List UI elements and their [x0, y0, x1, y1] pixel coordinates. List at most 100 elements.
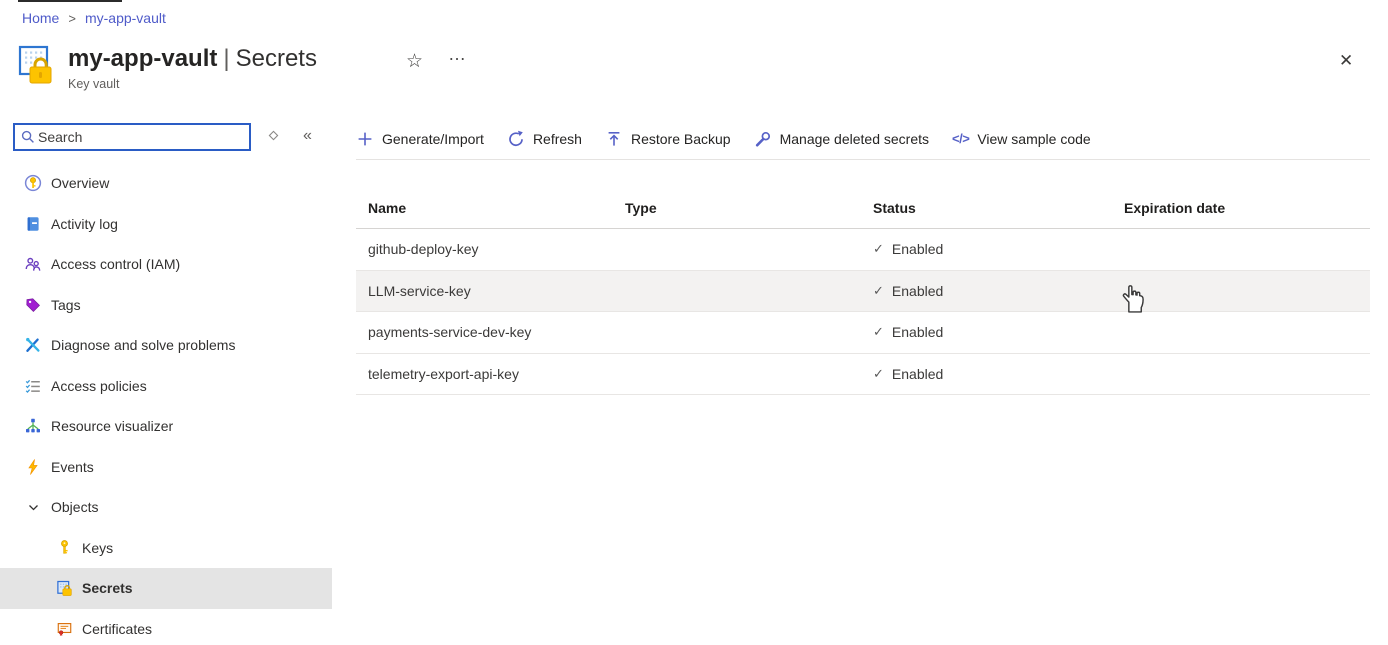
resource-name: my-app-vault [68, 45, 217, 72]
resource-type-label: Key vault [68, 77, 317, 91]
cropped-top-bar [18, 0, 122, 2]
secret-status: ✓ Enabled [861, 241, 1112, 257]
blade-title-block: my-app-vault|Secrets Key vault [68, 46, 317, 91]
sidebar-item-activity-log[interactable]: Activity log [0, 204, 332, 245]
key-vault-secrets-page: Home > my-app-vault my-app-vault|Secrets… [0, 0, 1388, 645]
title-divider: | [217, 45, 235, 72]
status-text: Enabled [892, 241, 943, 257]
breadcrumb-home-link[interactable]: Home [22, 10, 59, 26]
column-header-name: Name [356, 200, 613, 216]
sidebar-item-label: Diagnose and solve problems [51, 337, 235, 353]
page-title: my-app-vault|Secrets [68, 46, 317, 72]
column-header-expiration-date: Expiration date [1112, 200, 1370, 216]
sidebar-group-objects[interactable]: Objects [0, 487, 332, 528]
generate-import-button[interactable]: Generate/Import [356, 130, 484, 148]
secret-name: github-deploy-key [356, 241, 613, 257]
check-icon: ✓ [873, 283, 884, 299]
collapse-sidebar-icon[interactable]: « [303, 127, 312, 145]
secret-name: telemetry-export-api-key [356, 366, 613, 382]
sidebar-nav: Overview Activity log [0, 163, 332, 645]
sidebar-item-label: Tags [51, 297, 81, 313]
table-row[interactable]: telemetry-export-api-key ✓ Enabled [356, 354, 1370, 396]
table-header-row: Name Type Status Expiration date [356, 188, 1370, 229]
resource-visualizer-icon [24, 417, 42, 435]
toolbar-button-label: Restore Backup [631, 131, 731, 147]
favorite-star-icon[interactable]: ☆ [406, 50, 423, 73]
breadcrumb-vault-link[interactable]: my-app-vault [85, 10, 166, 26]
more-options-icon[interactable]: … [448, 44, 467, 65]
toolbar-button-label: Refresh [533, 131, 582, 147]
restore-backup-button[interactable]: Restore Backup [605, 130, 731, 148]
sidebar-item-resource-visualizer[interactable]: Resource visualizer [0, 406, 332, 447]
sidebar-item-diagnose[interactable]: Diagnose and solve problems [0, 325, 332, 366]
wrench-icon [754, 130, 772, 148]
toolbar-button-label: View sample code [977, 131, 1090, 147]
manage-deleted-secrets-button[interactable]: Manage deleted secrets [754, 130, 929, 148]
refresh-icon [507, 130, 525, 148]
key-vault-icon [18, 45, 59, 86]
sidebar-item-label: Activity log [51, 216, 118, 232]
search-input[interactable] [36, 128, 244, 146]
sidebar-item-keys[interactable]: Keys [0, 528, 332, 569]
sidebar-item-label: Secrets [82, 580, 133, 596]
restore-backup-icon [605, 130, 623, 148]
sidebar-item-label: Access policies [51, 378, 147, 394]
overview-icon [24, 174, 42, 192]
sidebar-item-label: Events [51, 459, 94, 475]
activity-log-icon [24, 215, 42, 233]
blade-name: Secrets [236, 45, 317, 72]
status-text: Enabled [892, 324, 943, 340]
secret-status: ✓ Enabled [861, 283, 1112, 299]
sidebar-item-label: Keys [82, 540, 113, 556]
sidebar-search-box[interactable] [13, 123, 251, 151]
sidebar-item-certificates[interactable]: Certificates [0, 609, 332, 645]
toolbar-button-label: Generate/Import [382, 131, 484, 147]
secret-name: payments-service-dev-key [356, 324, 613, 340]
filter-diamond-icon[interactable] [268, 130, 279, 141]
chevron-down-icon [24, 498, 42, 516]
iam-people-icon [24, 255, 42, 273]
secrets-table: Name Type Status Expiration date github-… [356, 188, 1370, 395]
sidebar-item-tags[interactable]: Tags [0, 285, 332, 326]
secret-status: ✓ Enabled [861, 324, 1112, 340]
check-icon: ✓ [873, 366, 884, 382]
breadcrumb-separator: > [68, 11, 76, 26]
code-icon: </> [952, 131, 969, 146]
secret-name: LLM-service-key [356, 283, 613, 299]
toolbar-button-label: Manage deleted secrets [780, 131, 929, 147]
sidebar-item-overview[interactable]: Overview [0, 163, 332, 204]
close-icon[interactable]: ✕ [1339, 51, 1353, 71]
status-text: Enabled [892, 283, 943, 299]
keys-icon [56, 539, 73, 557]
diagnose-tools-icon [24, 336, 42, 354]
sidebar-item-events[interactable]: Events [0, 447, 332, 488]
command-bar: Generate/Import Refresh Restore Backup [356, 118, 1370, 160]
secret-status: ✓ Enabled [861, 366, 1112, 382]
sidebar-item-label: Overview [51, 175, 109, 191]
table-row[interactable]: LLM-service-key ✓ Enabled [356, 271, 1370, 313]
status-text: Enabled [892, 366, 943, 382]
certificates-icon [56, 620, 73, 638]
table-row[interactable]: github-deploy-key ✓ Enabled [356, 229, 1370, 271]
check-icon: ✓ [873, 324, 884, 340]
view-sample-code-button[interactable]: </> View sample code [952, 131, 1091, 147]
tags-icon [24, 296, 42, 314]
sidebar-group-label: Objects [51, 499, 98, 515]
column-header-status: Status [861, 200, 1112, 216]
sidebar-item-label: Certificates [82, 621, 152, 637]
sidebar: « Overview [0, 118, 332, 645]
secrets-icon [56, 579, 73, 597]
sidebar-item-label: Resource visualizer [51, 418, 173, 434]
search-icon [20, 129, 36, 145]
plus-icon [356, 130, 374, 148]
sidebar-item-access-policies[interactable]: Access policies [0, 366, 332, 407]
table-row[interactable]: payments-service-dev-key ✓ Enabled [356, 312, 1370, 354]
check-icon: ✓ [873, 241, 884, 257]
refresh-button[interactable]: Refresh [507, 130, 582, 148]
column-header-type: Type [613, 200, 861, 216]
events-lightning-icon [24, 458, 42, 476]
sidebar-item-access-control-iam[interactable]: Access control (IAM) [0, 244, 332, 285]
sidebar-item-secrets[interactable]: Secrets [0, 568, 332, 609]
breadcrumb: Home > my-app-vault [22, 10, 166, 26]
access-policies-checklist-icon [24, 377, 42, 395]
